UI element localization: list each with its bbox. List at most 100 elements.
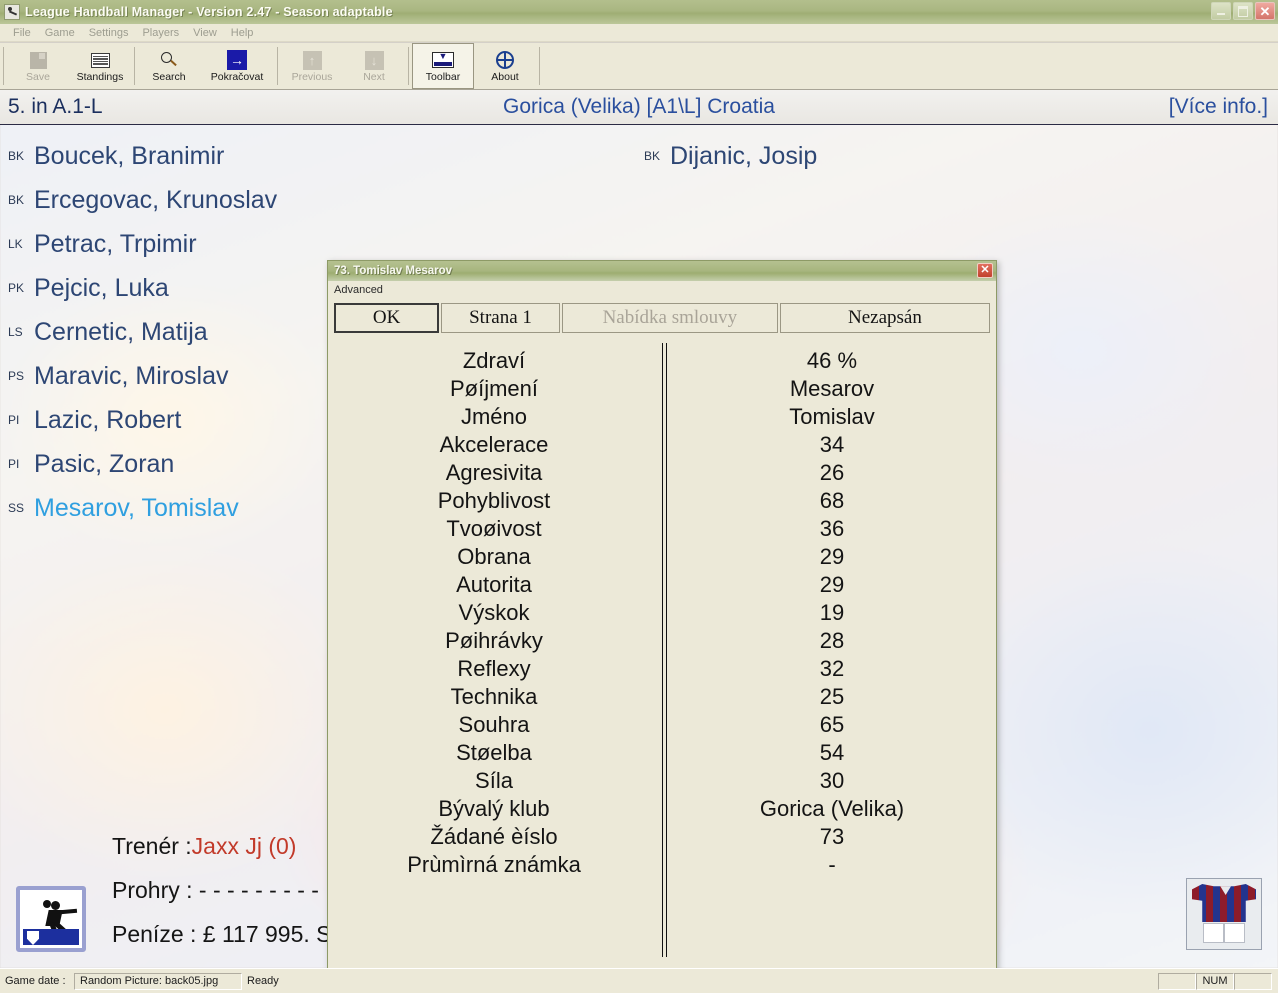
maximize-button[interactable] (1233, 2, 1253, 20)
attribute-label: Síla (475, 768, 513, 793)
attribute-label: Souhra (458, 712, 530, 737)
menu-item-help[interactable]: Help (224, 26, 261, 40)
attribute-value: Mesarov (789, 376, 875, 401)
continue-arrow-icon: → (227, 49, 247, 71)
standings-icon (90, 49, 110, 71)
contract-offer-button[interactable]: Nabídka smlouvy (561, 303, 778, 333)
jersey-shorts (1202, 923, 1246, 943)
toolbar-separator (134, 47, 135, 85)
more-info-link[interactable]: [Více info.] (1169, 95, 1268, 119)
dialog-menu-item-advanced[interactable]: Advanced (334, 284, 383, 296)
player-position: LK (8, 237, 23, 251)
jersey-shirt (1192, 884, 1256, 922)
roster-list-right: BK Dijanic, Josip (636, 134, 1236, 178)
attribute-label: Prùmìrná známka (407, 852, 581, 877)
attribute-labels-column: Zdraví Pøíjmení Jméno Akcelerace Agresiv… (328, 347, 660, 879)
toolbar-button-save-label: Save (26, 71, 50, 84)
toolbar-button-next-label: Next (363, 71, 385, 84)
toolbar-icon (432, 49, 454, 71)
attribute-value: 68 (819, 488, 845, 513)
ok-button[interactable]: OK (334, 303, 440, 333)
menu-item-settings[interactable]: Settings (82, 26, 136, 40)
toolbar-button-search[interactable]: Search (138, 43, 200, 89)
player-position: BK (8, 149, 25, 163)
dialog-title: 73. Tomislav Mesarov (334, 265, 453, 277)
dialog-close-button[interactable]: ✕ (977, 263, 993, 278)
toolbar-button-about-label: About (491, 71, 519, 84)
toolbar-button-toolbar[interactable]: Toolbar (412, 43, 474, 89)
toolbar-button-about[interactable]: About (474, 43, 536, 89)
player-name: Pejcic, Luka (34, 273, 169, 302)
team-kit-icon (1186, 878, 1262, 950)
attribute-value: - (828, 852, 836, 877)
minimize-button[interactable] (1211, 2, 1231, 20)
player-name: Mesarov, Tomislav (34, 493, 239, 522)
menu-item-file[interactable]: File (6, 26, 38, 40)
about-icon (496, 49, 514, 71)
jersey-collar (1220, 886, 1232, 895)
player-name: Ercegovac, Krunoslav (34, 185, 278, 214)
window-controls: ✕ (1211, 2, 1275, 20)
attribute-label: Obrana (457, 544, 531, 569)
close-button[interactable]: ✕ (1255, 2, 1275, 20)
app-icon (4, 4, 20, 20)
status-ready: Ready (247, 975, 279, 987)
attribute-label: Pøihrávky (445, 628, 543, 653)
toolbar-separator (3, 47, 4, 85)
team-name-header: Gorica (Velika) [A1\L] Croatia (503, 95, 775, 118)
player-position: SS (8, 501, 25, 515)
menu-item-view[interactable]: View (186, 26, 224, 40)
dialog-button-row: OK Strana 1 Nabídka smlouvy Nezapsán (328, 299, 996, 337)
menu-item-players[interactable]: Players (135, 26, 186, 40)
player-position: BK (8, 193, 25, 207)
attribute-value: 28 (819, 628, 845, 653)
attribute-value: 65 (819, 712, 845, 737)
toolbar-button-standings[interactable]: Standings (69, 43, 131, 89)
status-indicator-num: NUM (1196, 972, 1234, 990)
status-indicator-blank (1158, 972, 1196, 990)
search-icon (160, 49, 178, 71)
status-indicator-blank2 (1234, 972, 1272, 990)
attribute-value: Gorica (Velika) (759, 796, 905, 821)
attribute-value: 46 % (806, 348, 858, 373)
main-client-area: 5. in A.1-L Gorica (Velika) [A1\L] Croat… (0, 90, 1278, 968)
window-title: League Handball Manager - Version 2.47 -… (25, 5, 393, 19)
player-position: PK (8, 281, 25, 295)
attribute-label: Výskok (458, 600, 530, 625)
menu-item-game[interactable]: Game (38, 26, 82, 40)
attribute-value: 34 (819, 432, 845, 457)
toolbar-button-previous[interactable]: ↑ Previous (281, 43, 343, 89)
player-detail-dialog: 73. Tomislav Mesarov ✕ Advanced OK Stran… (327, 260, 997, 968)
toolbar-button-search-label: Search (152, 71, 186, 84)
attribute-label: Reflexy (457, 656, 531, 681)
team-header-bar: 5. in A.1-L Gorica (Velika) [A1\L] Croat… (0, 90, 1278, 125)
window-titlebar: League Handball Manager - Version 2.47 -… (0, 0, 1278, 25)
list-item[interactable]: BK Ercegovac, Krunoslav (0, 178, 620, 222)
registration-status-button[interactable]: Nezapsán (779, 303, 990, 333)
toolbar: Save Standings Search → Pokračovat ↑ Pre… (0, 43, 1278, 90)
maximize-icon (1234, 3, 1252, 19)
toolbar-button-next[interactable]: ↓ Next (343, 43, 405, 89)
attribute-value: 54 (819, 740, 845, 765)
attribute-label: Agresivita (445, 460, 543, 485)
attribute-value: 73 (819, 824, 845, 849)
attribute-label: Tvoøivost (446, 516, 542, 541)
coach-value: Jaxx Jj (0) (191, 832, 297, 859)
arrow-down-icon: ↓ (364, 49, 384, 71)
close-icon: ✕ (980, 264, 990, 276)
list-item[interactable]: BK Dijanic, Josip (636, 134, 1236, 178)
toolbar-button-continue[interactable]: → Pokračovat (200, 43, 274, 89)
player-name: Cernetic, Matija (34, 317, 208, 346)
toolbar-button-previous-label: Previous (291, 71, 333, 84)
attribute-value: 36 (819, 516, 845, 541)
toolbar-separator (539, 47, 540, 85)
attribute-values-column: 46 % Mesarov Tomislav 34 26 68 36 29 29 … (667, 347, 997, 879)
list-item[interactable]: BK Boucek, Branimir (0, 134, 620, 178)
attribute-label: Bývalý klub (438, 796, 550, 821)
page-button[interactable]: Strana 1 (441, 303, 560, 333)
player-name: Lazic, Robert (34, 405, 182, 434)
dialog-titlebar: 73. Tomislav Mesarov ✕ (328, 261, 996, 281)
save-icon (29, 49, 47, 71)
menubar: File Game Settings Players View Help (0, 24, 1278, 42)
toolbar-button-save[interactable]: Save (7, 43, 69, 89)
